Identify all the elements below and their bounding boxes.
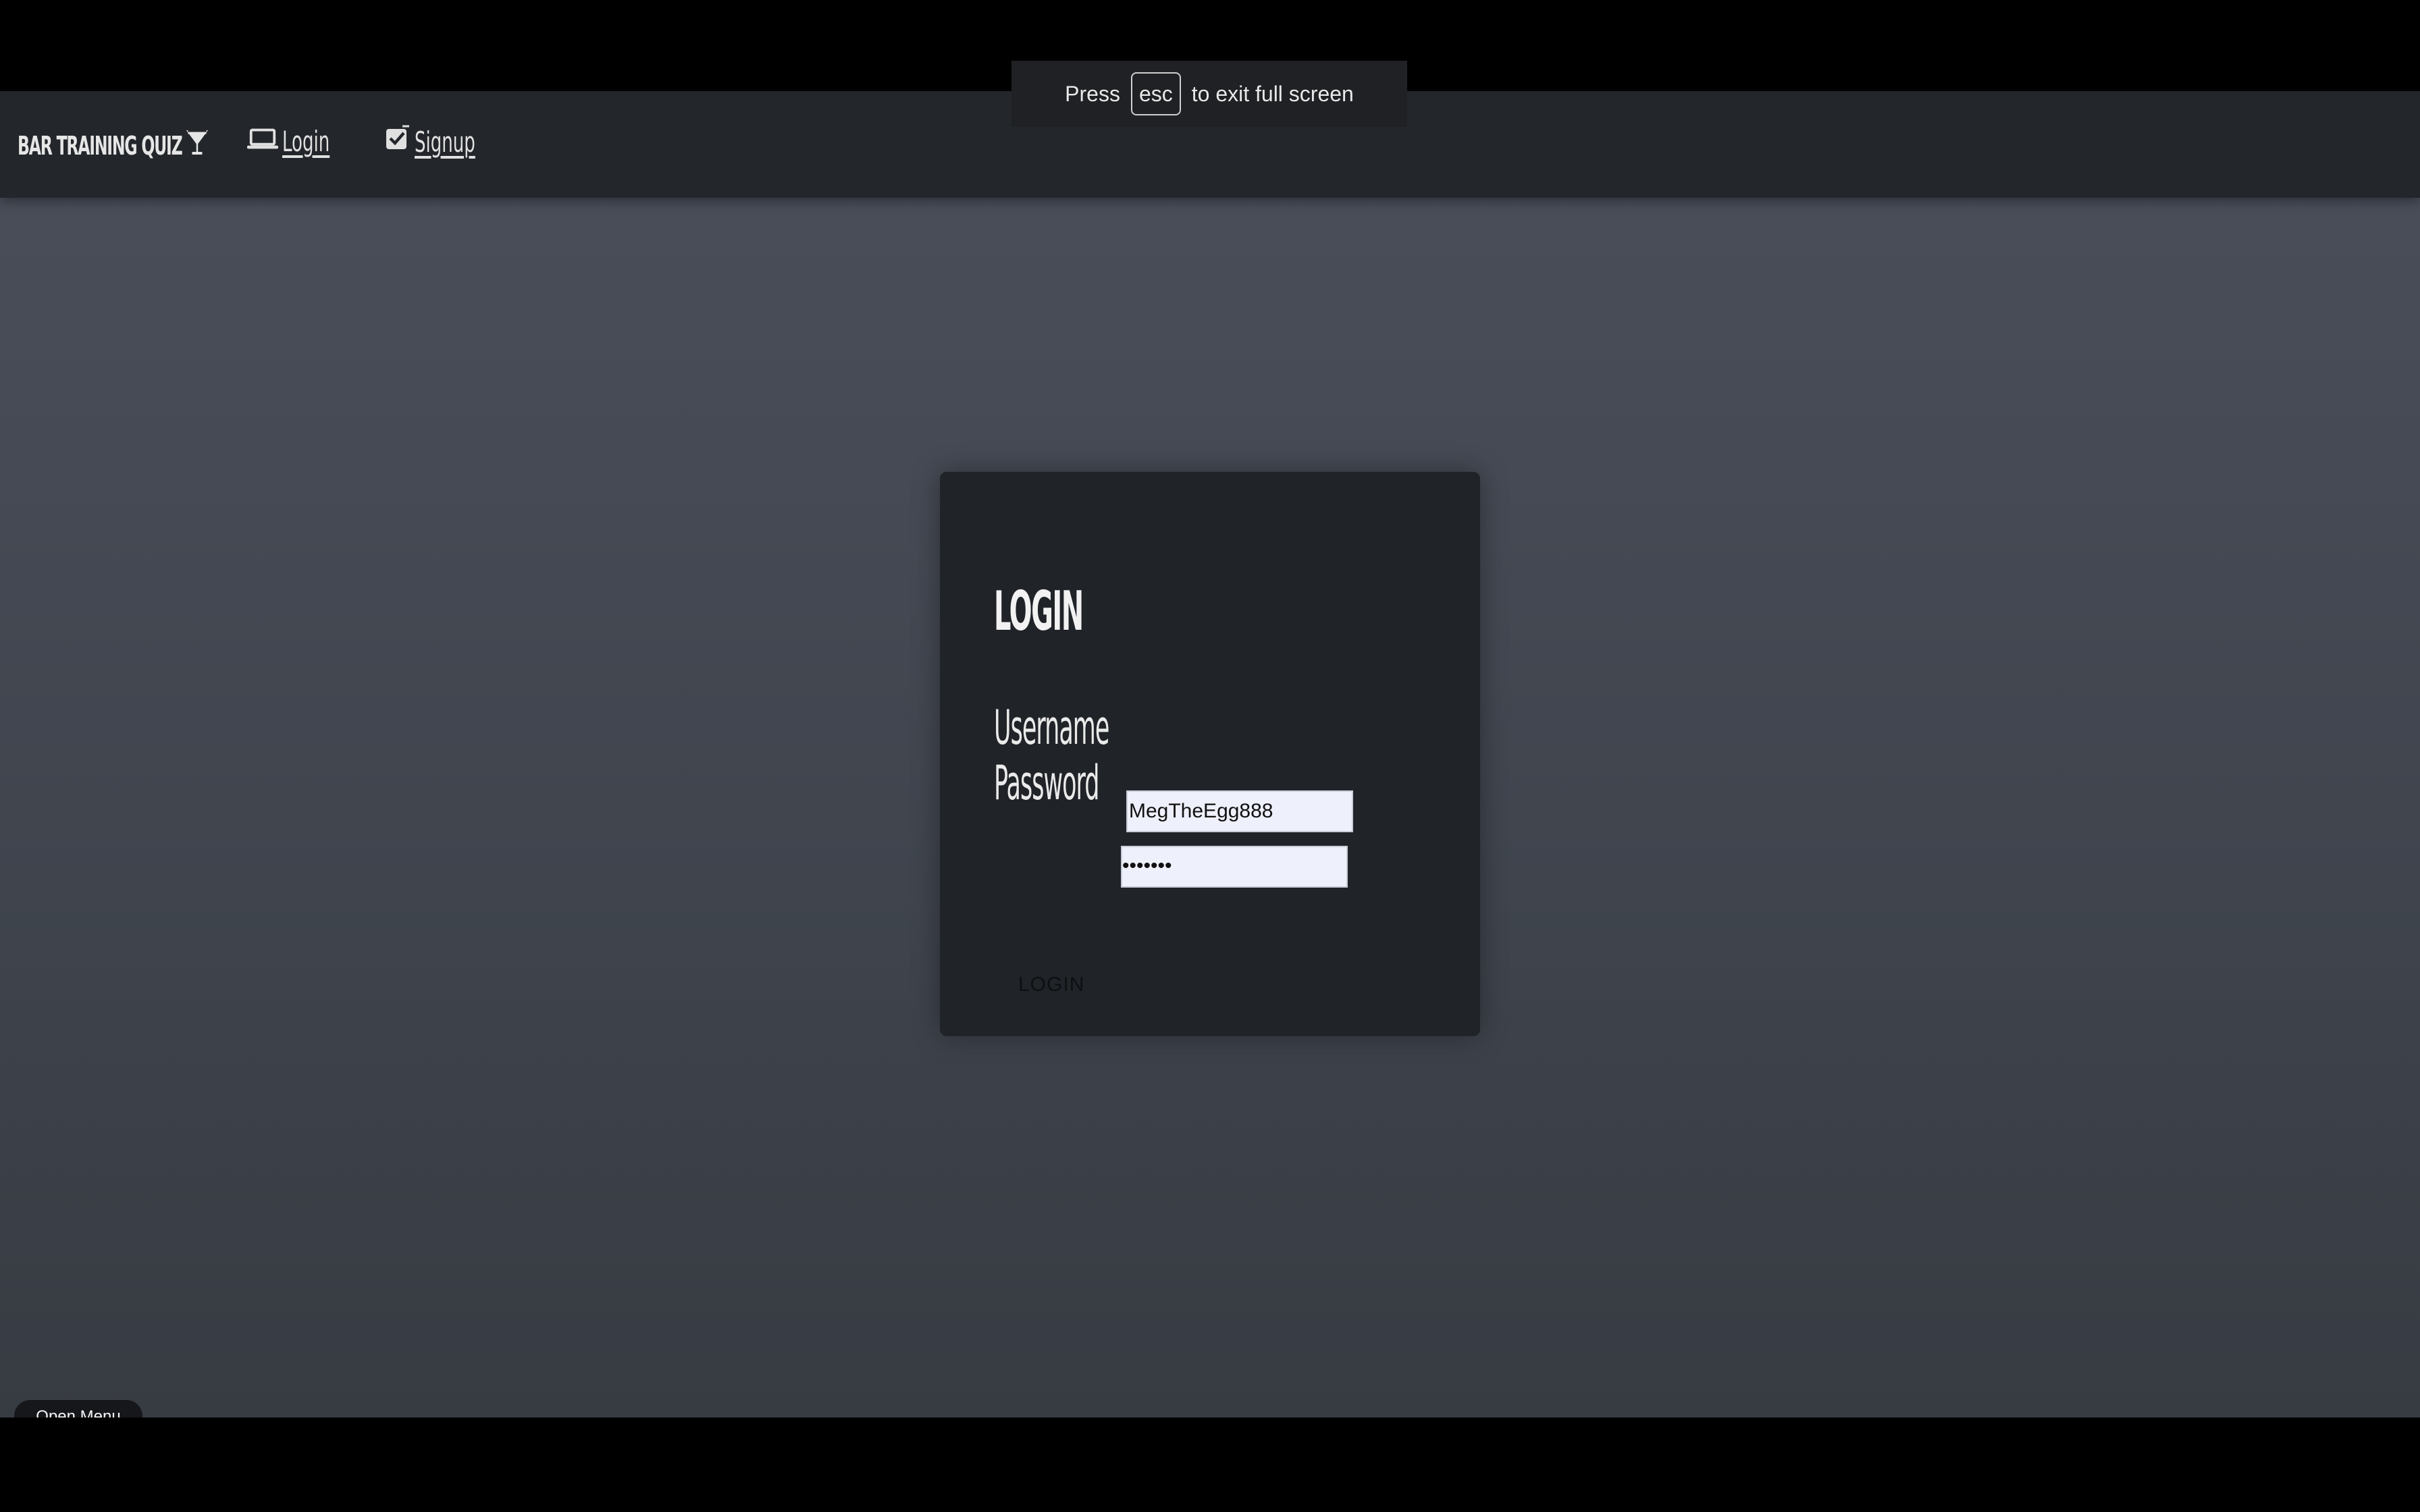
bottom-letterbox bbox=[0, 1418, 2420, 1512]
username-label: Username bbox=[994, 700, 1109, 755]
nav-signup-label: Signup bbox=[415, 126, 475, 159]
password-label: Password bbox=[994, 755, 1099, 811]
laptop-icon bbox=[247, 125, 278, 158]
app-viewport: BAR TRAINING QUIZ Login Signup LOGIN Use… bbox=[0, 91, 2420, 1418]
nav-login-link[interactable]: Login bbox=[247, 125, 359, 158]
cocktail-glass-icon bbox=[184, 128, 209, 163]
brand[interactable]: BAR TRAINING QUIZ bbox=[18, 128, 209, 163]
esc-key: esc bbox=[1130, 72, 1181, 115]
fullscreen-notice: Press esc to exit full screen bbox=[1011, 61, 1407, 127]
brand-title: BAR TRAINING QUIZ bbox=[18, 130, 183, 161]
fullscreen-notice-prefix: Press bbox=[1065, 81, 1120, 106]
username-input[interactable] bbox=[1126, 790, 1353, 832]
login-button[interactable]: LOGIN bbox=[1014, 973, 1088, 997]
fullscreen-notice-suffix: to exit full screen bbox=[1191, 81, 1354, 106]
open-menu-button[interactable]: Open Menu bbox=[14, 1399, 143, 1418]
password-input[interactable] bbox=[1121, 846, 1348, 888]
login-title: LOGIN bbox=[994, 580, 1084, 643]
checkbox-icon bbox=[384, 125, 411, 159]
nav-signup-link[interactable]: Signup bbox=[384, 125, 512, 159]
login-card: LOGIN Username Password ••••••• LOGIN bbox=[940, 472, 1480, 1036]
nav-login-label: Login bbox=[282, 125, 330, 158]
